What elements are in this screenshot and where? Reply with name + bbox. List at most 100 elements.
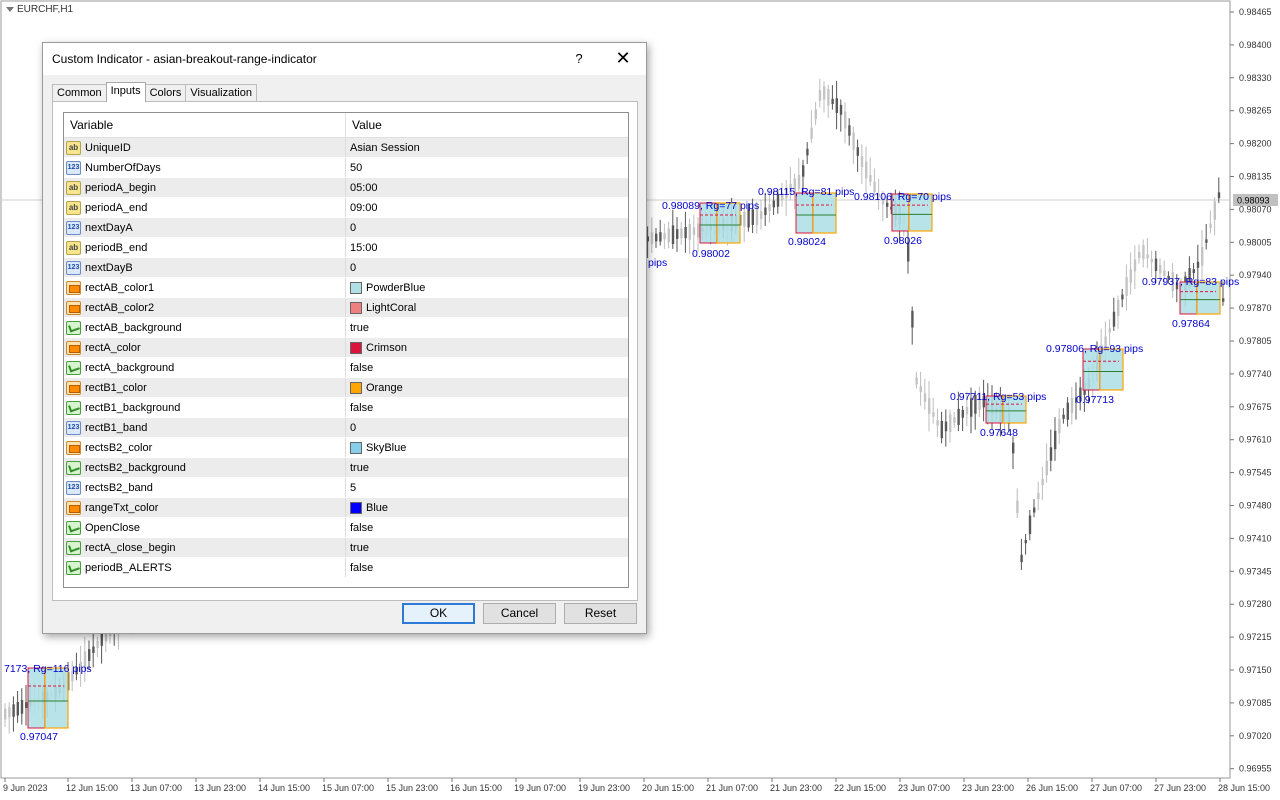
bool-param-icon [66,560,81,575]
variable-cell: rectA_background [64,358,346,377]
dialog-titlebar[interactable]: Custom Indicator - asian-breakout-range-… [43,43,646,75]
value-cell[interactable]: 50 [346,158,628,177]
variable-cell: rectsB2_color [64,438,346,457]
table-row[interactable]: rectB1_color Orange [64,378,628,398]
candle-body [949,414,952,433]
value-cell[interactable]: 0 [346,418,628,437]
table-row[interactable]: OpenClose false [64,518,628,538]
price-axis-label: 0.97345 [1239,566,1272,576]
table-row[interactable]: rectA_background false [64,358,628,378]
range-low-label: 0.97713 [1076,394,1114,406]
reset-button[interactable]: Reset [564,603,637,624]
parameter-value: Blue [366,501,389,514]
time-axis-label: 16 Jun 15:00 [450,783,502,793]
candle-body [1159,264,1162,274]
table-row[interactable]: 123 rectB1_band 0 [64,418,628,438]
table-row[interactable]: 123 nextDayA 0 [64,218,628,238]
column-header-value[interactable]: Value [346,113,628,137]
table-row[interactable]: ab periodA_end 09:00 [64,198,628,218]
candle-body [100,633,103,646]
column-header-variable[interactable]: Variable [64,113,346,137]
bool-param-icon [66,360,81,375]
range-high-label: 0.98089, Rg=77 pips [662,200,759,212]
time-axis-label: 19 Jun 07:00 [514,783,566,793]
value-cell[interactable]: 09:00 [346,198,628,217]
range-high-label: 0.98115, Rg=81 pips [758,186,854,198]
value-cell[interactable]: 0 [346,258,628,277]
ok-button[interactable]: OK [402,603,475,624]
candle-body [944,421,948,432]
value-cell[interactable]: Blue [346,498,628,517]
price-axis-label: 0.98135 [1239,172,1272,182]
value-cell[interactable]: false [346,398,628,417]
table-row[interactable]: ab UniqueID Asian Session [64,138,628,158]
candle-body [844,111,847,129]
color-param-icon [66,440,81,455]
value-cell[interactable]: true [346,458,628,477]
value-cell[interactable]: Asian Session [346,138,628,157]
table-row[interactable]: ab periodB_end 15:00 [64,238,628,258]
table-row[interactable]: periodB_ALERTS false [64,558,628,578]
parameter-value: 50 [350,161,363,174]
value-cell[interactable]: 0 [346,218,628,237]
table-row[interactable]: 123 rectsB2_band 5 [64,478,628,498]
candle-body [919,386,922,393]
variable-cell: rectB1_color [64,378,346,397]
value-cell[interactable]: false [346,358,628,377]
candle-body [1054,430,1057,450]
close-icon[interactable]: ✕ [608,47,638,71]
bool-param-icon [66,400,81,415]
table-row[interactable]: ab periodA_begin 05:00 [64,178,628,198]
value-cell[interactable]: 5 [346,478,628,497]
table-row[interactable]: rectAB_color1 PowderBlue [64,278,628,298]
help-button[interactable]: ? [568,47,590,71]
price-axis-label: 0.97020 [1239,731,1272,741]
candle-body [1049,447,1053,461]
value-cell[interactable]: LightCoral [346,298,628,317]
value-cell[interactable]: true [346,538,628,557]
bool-param-icon [66,460,81,475]
table-row[interactable]: 123 nextDayB 0 [64,258,628,278]
value-cell[interactable]: SkyBlue [346,438,628,457]
candle-body [1058,418,1061,434]
value-cell[interactable]: false [346,558,628,577]
value-cell[interactable]: false [346,518,628,537]
candle-body [680,228,683,239]
candle-body [814,109,817,120]
value-cell[interactable]: true [346,318,628,337]
candle-body [1192,269,1195,274]
variable-cell: ab periodB_end [64,238,346,257]
value-cell[interactable]: PowderBlue [346,278,628,297]
table-row[interactable]: rectsB2_color SkyBlue [64,438,628,458]
table-row[interactable]: rectA_close_begin true [64,538,628,558]
tab-common[interactable]: Common [52,84,107,102]
value-cell[interactable]: 05:00 [346,178,628,197]
symbol-dropdown-icon[interactable] [6,7,14,12]
variable-name: rectAB_color1 [85,281,155,294]
value-cell[interactable]: 15:00 [346,238,628,257]
inputs-panel: Variable Value ab UniqueID Asian Session 12… [52,101,638,601]
candle-body [1154,258,1158,272]
candle-body [655,233,658,242]
variable-cell: rectsB2_background [64,458,346,477]
integer-param-icon: 123 [66,220,81,235]
tab-colors[interactable]: Colors [144,84,187,102]
variable-cell: ab periodA_begin [64,178,346,197]
table-row[interactable]: rangeTxt_color Blue [64,498,628,518]
candle-body [1125,277,1128,296]
value-cell[interactable]: Orange [346,378,628,397]
tab-inputs[interactable]: Inputs [105,82,146,102]
tab-visualization[interactable]: Visualization [185,84,257,102]
table-row[interactable]: rectB1_background false [64,398,628,418]
candle-body [848,125,851,136]
table-row[interactable]: rectAB_background true [64,318,628,338]
symbol-label: EURCHF,H1 [17,4,74,15]
table-row[interactable]: rectA_color Crimson [64,338,628,358]
table-row[interactable]: rectsB2_background true [64,458,628,478]
value-cell[interactable]: Crimson [346,338,628,357]
candle-body [1070,397,1074,414]
table-row[interactable]: 123 NumberOfDays 50 [64,158,628,178]
range-high-label: 0.97806, Rg=93 pips [1046,343,1143,355]
cancel-button[interactable]: Cancel [483,603,556,624]
table-row[interactable]: rectAB_color2 LightCoral [64,298,628,318]
